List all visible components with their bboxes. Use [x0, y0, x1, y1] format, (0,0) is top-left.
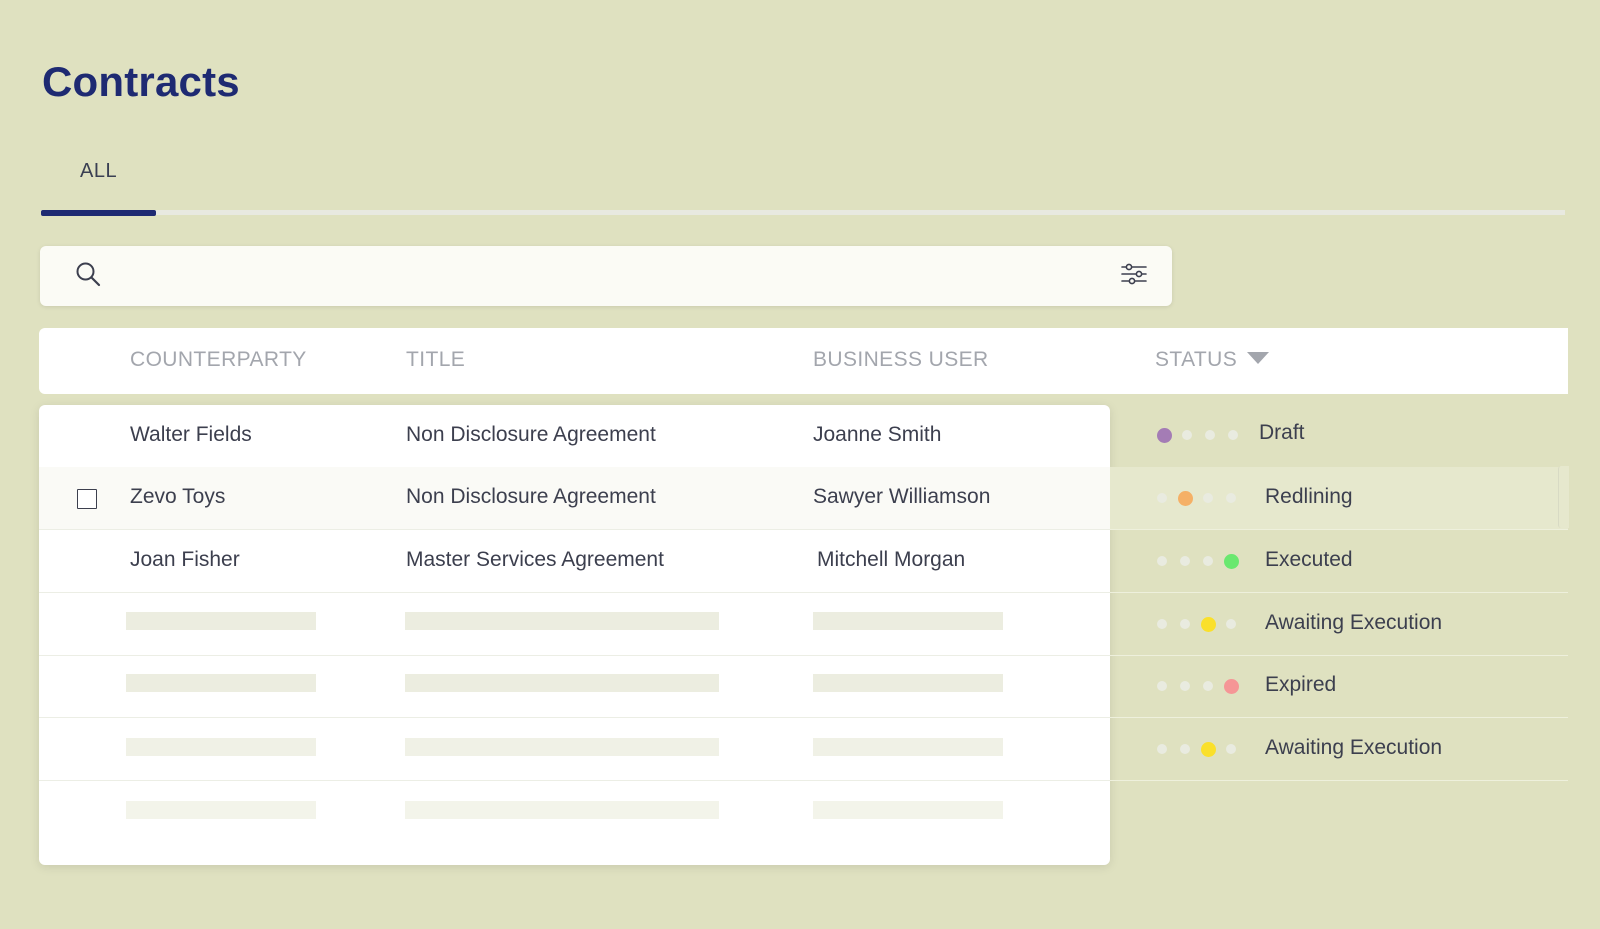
tab-track — [41, 210, 1565, 215]
table-row[interactable]: Zevo Toys Non Disclosure Agreement Sawye… — [39, 467, 1110, 530]
skeleton-bar — [405, 612, 719, 630]
cell-business-user: Sawyer Williamson — [813, 485, 991, 508]
table-row-placeholder — [39, 780, 1110, 842]
status-step-dot — [1180, 556, 1190, 566]
table-row-placeholder — [39, 655, 1110, 718]
status-label: Redlining — [1265, 485, 1353, 508]
status-step-dot — [1157, 556, 1167, 566]
status-step-dot — [1226, 619, 1236, 629]
column-header-status-label: STATUS — [1155, 348, 1238, 371]
cell-counterparty: Zevo Toys — [130, 485, 226, 508]
page-title: Contracts — [42, 58, 240, 105]
column-header-business-user[interactable]: BUSINESS USER — [813, 348, 989, 372]
status-step-dot — [1203, 681, 1213, 691]
column-header-counterparty[interactable]: COUNTERPARTY — [130, 348, 307, 372]
row-checkbox[interactable] — [77, 489, 97, 509]
cell-counterparty: Joan Fisher — [130, 548, 240, 571]
cell-title: Master Services Agreement — [406, 548, 664, 571]
skeleton-bar — [405, 801, 719, 819]
status-step-dot-active — [1200, 741, 1216, 757]
cell-business-user: Mitchell Morgan — [817, 548, 966, 571]
status-cell[interactable]: Awaiting Execution — [1110, 593, 1568, 656]
skeleton-bar — [813, 612, 1003, 630]
skeleton-bar — [813, 674, 1003, 692]
table-row[interactable]: Walter Fields Non Disclosure Agreement J… — [39, 405, 1110, 468]
status-step-dot-active — [1177, 490, 1193, 506]
status-step-dot — [1157, 681, 1167, 691]
status-step-dot — [1157, 493, 1167, 503]
skeleton-bar — [405, 738, 719, 756]
status-label: Executed — [1265, 548, 1353, 571]
skeleton-bar — [813, 801, 1003, 819]
status-step-dot — [1226, 744, 1236, 754]
status-cell[interactable]: Awaiting Execution — [1110, 718, 1568, 781]
filter-sliders-icon[interactable] — [1120, 260, 1148, 288]
status-step-dot-active — [1223, 678, 1239, 694]
row-hover-edge — [1558, 466, 1569, 528]
chevron-down-icon[interactable] — [1247, 352, 1270, 365]
cell-counterparty: Walter Fields — [130, 423, 252, 446]
table-header: COUNTERPARTY TITLE BUSINESS USER STATUS — [39, 328, 1568, 394]
column-header-status[interactable]: STATUS — [1155, 348, 1270, 372]
status-step-dot — [1205, 430, 1215, 440]
status-cell[interactable]: Executed — [1110, 530, 1568, 593]
table-row-placeholder — [39, 593, 1110, 656]
search-icon — [76, 262, 101, 287]
status-label: Awaiting Execution — [1265, 611, 1443, 634]
status-cell[interactable]: Redlining — [1110, 467, 1568, 530]
status-label: Draft — [1259, 421, 1305, 444]
skeleton-bar — [405, 674, 719, 692]
search-bar — [40, 246, 1172, 306]
cell-title: Non Disclosure Agreement — [406, 423, 656, 446]
status-step-dot — [1228, 430, 1238, 440]
status-step-dot-active — [1223, 553, 1239, 569]
tab-all[interactable]: ALL — [80, 160, 117, 183]
status-step-dot-active — [1200, 616, 1216, 632]
status-label: Expired — [1265, 673, 1337, 696]
status-step-dot — [1180, 619, 1190, 629]
skeleton-bar — [126, 801, 316, 819]
tab-bar: ALL — [41, 150, 1565, 218]
status-step-dot — [1157, 619, 1167, 629]
skeleton-bar — [126, 612, 316, 630]
table-row[interactable]: Joan Fisher Master Services Agreement Mi… — [39, 530, 1110, 593]
status-cell[interactable]: Draft — [1110, 405, 1568, 468]
search-input[interactable] — [120, 256, 1104, 298]
status-cell[interactable]: Expired — [1110, 655, 1568, 718]
skeleton-bar — [813, 738, 1003, 756]
status-column: Draft Redlining Executed Awaiting Execution… — [1110, 405, 1568, 781]
column-header-title[interactable]: TITLE — [406, 348, 465, 372]
skeleton-bar — [126, 674, 316, 692]
active-tab-indicator — [41, 210, 156, 216]
cell-business-user: Joanne Smith — [813, 423, 942, 446]
status-step-dot — [1182, 430, 1192, 440]
skeleton-bar — [126, 738, 316, 756]
status-step-dot — [1180, 744, 1190, 754]
status-step-dot — [1180, 681, 1190, 691]
status-step-dot — [1157, 744, 1167, 754]
status-label: Awaiting Execution — [1265, 736, 1443, 759]
contracts-table: Walter Fields Non Disclosure Agreement J… — [39, 405, 1110, 865]
cell-title: Non Disclosure Agreement — [406, 485, 656, 508]
table-row-placeholder — [39, 718, 1110, 781]
status-step-dot-active — [1156, 427, 1172, 443]
status-step-dot — [1203, 493, 1213, 503]
status-step-dot — [1203, 556, 1213, 566]
status-step-dot — [1226, 493, 1236, 503]
